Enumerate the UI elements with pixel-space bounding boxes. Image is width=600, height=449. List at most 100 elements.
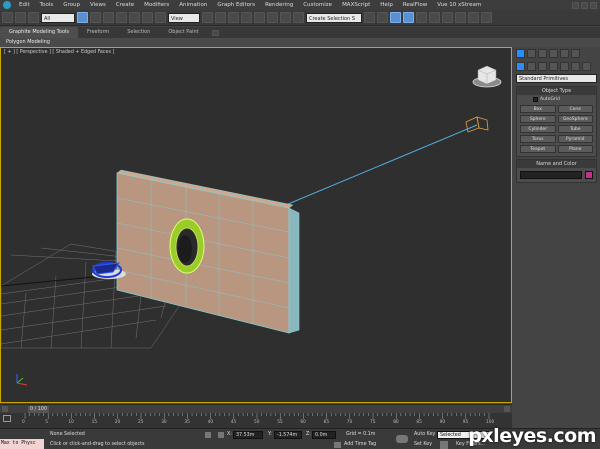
sphere-button[interactable]: Sphere <box>520 115 556 123</box>
menu-help[interactable]: Help <box>375 0 398 10</box>
app-logo-icon[interactable] <box>0 0 14 10</box>
select-manipulate-icon[interactable] <box>215 12 226 23</box>
lights-icon[interactable] <box>538 62 547 71</box>
menu-graph-editors[interactable]: Graph Editors <box>212 0 260 10</box>
select-by-name-icon[interactable] <box>90 12 101 23</box>
tab-freeform[interactable]: Freeform <box>78 27 118 38</box>
minimize-icon[interactable] <box>572 1 579 9</box>
menu-customize[interactable]: Customize <box>298 0 337 10</box>
undo-icon[interactable] <box>2 12 13 23</box>
create-tab-icon[interactable] <box>516 49 525 58</box>
pivot-center-icon[interactable] <box>202 12 213 23</box>
tab-selection[interactable]: Selection <box>118 27 159 38</box>
track-bar[interactable]: 0 5 10 15 20 25 30 35 40 45 50 55 60 65 70 75 80 85 90 95 10… <box>0 413 512 428</box>
tab-object-paint[interactable]: Object Paint <box>159 27 207 38</box>
helpers-icon[interactable] <box>560 62 569 71</box>
rectangular-selection-icon[interactable] <box>103 12 114 23</box>
hierarchy-tab-icon[interactable] <box>538 49 547 58</box>
time-tag-icon[interactable] <box>334 442 341 448</box>
x-coordinate-field[interactable]: 37.53m <box>233 431 263 439</box>
add-time-tag-button[interactable]: Add Time Tag <box>344 442 376 447</box>
viewport-label[interactable]: [ + ] [ Perspective ] [ Shaded + Edged F… <box>4 50 114 55</box>
graphite-toggle-icon[interactable] <box>403 12 414 23</box>
time-slider[interactable]: 0 / 100 <box>0 404 512 413</box>
maximize-icon[interactable] <box>581 1 588 9</box>
systems-icon[interactable] <box>582 62 591 71</box>
menu-edit[interactable]: Edit <box>14 0 35 10</box>
menu-animation[interactable]: Animation <box>174 0 212 10</box>
mirror-icon[interactable] <box>364 12 375 23</box>
menu-modifiers[interactable]: Modifiers <box>139 0 174 10</box>
tube-button[interactable]: Tube <box>557 125 593 133</box>
render-setup-icon[interactable] <box>455 12 466 23</box>
key-icon[interactable] <box>396 435 408 443</box>
ribbon-polygon-modeling-panel[interactable]: Polygon Modeling <box>0 38 600 47</box>
cameras-icon[interactable] <box>549 62 558 71</box>
autogrid-checkbox[interactable] <box>533 97 538 102</box>
ribbon-options-icon[interactable] <box>211 29 219 36</box>
object-name-field[interactable] <box>520 171 582 179</box>
menu-rendering[interactable]: Rendering <box>260 0 298 10</box>
menu-maxscript[interactable]: MAXScript <box>337 0 375 10</box>
tab-graphite-modeling-tools[interactable]: Graphite Modeling Tools <box>0 27 79 38</box>
scale-icon[interactable] <box>155 12 166 23</box>
menu-group[interactable]: Group <box>58 0 85 10</box>
close-icon[interactable] <box>590 1 597 9</box>
key-mode-icon[interactable] <box>440 441 448 449</box>
primitive-category-dropdown[interactable]: Standard Primitives <box>516 74 597 83</box>
y-coordinate-field[interactable]: -1.574m <box>274 431 302 439</box>
rendered-frame-icon[interactable] <box>468 12 479 23</box>
absolute-mode-icon[interactable] <box>218 432 224 438</box>
pyramid-button[interactable]: Pyramid <box>557 135 593 143</box>
torus-button[interactable]: Torus <box>520 135 556 143</box>
material-editor-icon[interactable] <box>442 12 453 23</box>
link-icon[interactable] <box>28 12 39 23</box>
mini-curve-editor-icon[interactable] <box>3 415 11 422</box>
cone-button[interactable]: Cone <box>557 105 593 113</box>
layer-manager-icon[interactable] <box>390 12 401 23</box>
shapes-icon[interactable] <box>527 62 536 71</box>
selection-lock-icon[interactable] <box>205 432 211 438</box>
menu-vue-xstream[interactable]: Vue 10 xStream <box>432 0 486 10</box>
cylinder-button[interactable]: Cylinder <box>520 125 556 133</box>
menu-tools[interactable]: Tools <box>35 0 59 10</box>
teapot-button[interactable]: Teapot <box>520 145 556 153</box>
motion-tab-icon[interactable] <box>549 49 558 58</box>
next-frame-icon[interactable] <box>504 406 510 412</box>
modify-tab-icon[interactable] <box>527 49 536 58</box>
frame-counter[interactable]: 0 / 100 <box>28 406 49 413</box>
reference-coordinate-dropdown[interactable]: View <box>168 12 200 23</box>
z-coordinate-field[interactable]: 0.0m <box>312 431 336 439</box>
maxscript-listener[interactable]: Max to Physc <box>0 439 44 449</box>
rotate-icon[interactable] <box>142 12 153 23</box>
geometry-icon[interactable] <box>516 62 525 71</box>
menu-realflow[interactable]: RealFlow <box>398 0 432 10</box>
previous-frame-icon[interactable] <box>2 406 8 412</box>
space-warps-icon[interactable] <box>571 62 580 71</box>
named-selection-set-dropdown[interactable]: Create Selection S <box>306 12 362 23</box>
utilities-tab-icon[interactable] <box>571 49 580 58</box>
menu-views[interactable]: Views <box>85 0 111 10</box>
angle-snap-icon[interactable] <box>254 12 265 23</box>
box-button[interactable]: Box <box>520 105 556 113</box>
set-key-button[interactable]: Set Key <box>414 442 432 447</box>
select-object-icon[interactable] <box>77 12 88 23</box>
perspective-viewport[interactable]: [ + ] [ Perspective ] [ Shaded + Edged F… <box>0 47 512 403</box>
auto-key-button[interactable]: Auto Key <box>414 432 435 437</box>
curve-editor-icon[interactable] <box>416 12 427 23</box>
edit-named-selection-icon[interactable] <box>293 12 304 23</box>
spinner-snap-icon[interactable] <box>280 12 291 23</box>
align-icon[interactable] <box>377 12 388 23</box>
object-type-title[interactable]: Object Type <box>517 87 596 95</box>
menu-create[interactable]: Create <box>111 0 139 10</box>
redo-icon[interactable] <box>15 12 26 23</box>
geosphere-button[interactable]: GeoSphere <box>557 115 593 123</box>
keyboard-shortcut-icon[interactable] <box>228 12 239 23</box>
snaps-toggle-icon[interactable] <box>241 12 252 23</box>
display-tab-icon[interactable] <box>560 49 569 58</box>
selection-filter-dropdown[interactable]: All <box>41 12 75 23</box>
window-crossing-icon[interactable] <box>116 12 127 23</box>
schematic-view-icon[interactable] <box>429 12 440 23</box>
object-color-swatch[interactable] <box>585 171 593 179</box>
plane-button[interactable]: Plane <box>557 145 593 153</box>
